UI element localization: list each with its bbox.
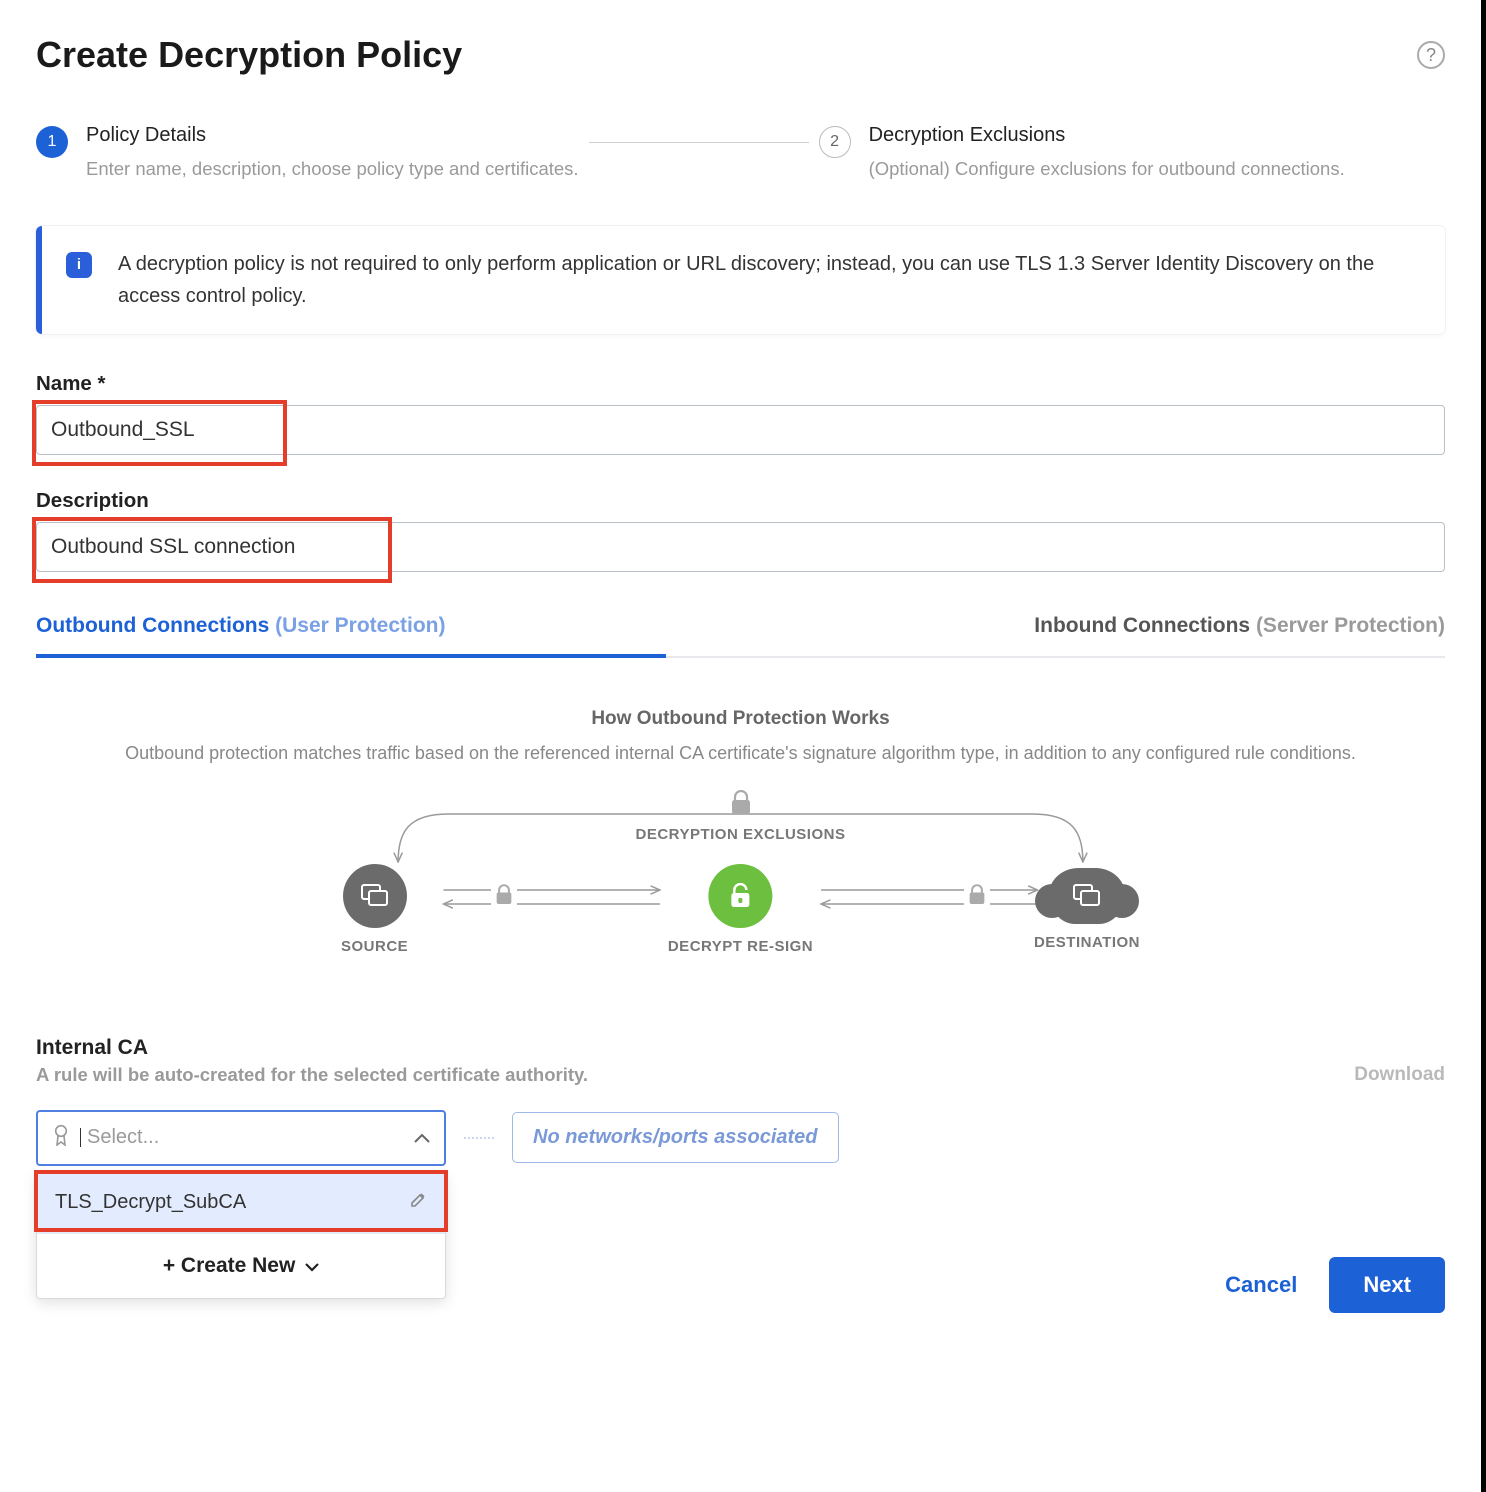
internal-ca-select[interactable]: Select... <box>36 1110 446 1166</box>
lock-icon <box>491 884 517 911</box>
no-networks-badge: No networks/ports associated <box>512 1112 839 1163</box>
protection-diagram: DECRYPTION EXCLUSIONS SOURCE DECRYPT RE-… <box>96 786 1385 996</box>
tab-inbound-label: Inbound Connections <box>1034 614 1250 637</box>
destination-label: DESTINATION <box>1034 934 1140 951</box>
step-connector <box>589 142 809 143</box>
lock-icon <box>730 790 752 821</box>
page-title: Create Decryption Policy <box>36 34 462 76</box>
diagram-title: How Outbound Protection Works <box>36 708 1445 730</box>
tab-inbound-sub: (Server Protection) <box>1250 614 1445 637</box>
internal-ca-subtitle: A rule will be auto-created for the sele… <box>36 1064 588 1086</box>
edit-icon[interactable] <box>409 1191 427 1215</box>
description-input[interactable] <box>36 522 1445 572</box>
internal-ca-title: Internal CA <box>36 1036 588 1060</box>
diagram-source-node: SOURCE <box>341 864 408 955</box>
tab-inbound-connections[interactable]: Inbound Connections (Server Protection) <box>1034 598 1445 656</box>
lock-icon <box>964 884 990 911</box>
step-2-bubble[interactable]: 2 <box>819 126 851 158</box>
cloud-icon <box>1049 868 1125 924</box>
step-2-desc: (Optional) Configure exclusions for outb… <box>869 155 1345 184</box>
name-input[interactable] <box>36 405 1445 455</box>
name-label: Name * <box>36 372 1445 396</box>
info-banner: i A decryption policy is not required to… <box>36 226 1445 334</box>
next-button[interactable]: Next <box>1329 1257 1445 1313</box>
cancel-button[interactable]: Cancel <box>1219 1271 1303 1299</box>
diagram-destination-node: DESTINATION <box>1034 868 1140 951</box>
step-1-bubble[interactable]: 1 <box>36 126 68 158</box>
decrypt-label: DECRYPT RE-SIGN <box>668 938 813 955</box>
diagram-decrypt-node: DECRYPT RE-SIGN <box>668 864 813 955</box>
ca-option-label: TLS_Decrypt_SubCA <box>55 1191 246 1214</box>
wizard-steps: 1 Policy Details Enter name, description… <box>36 124 1445 184</box>
select-placeholder: Select... <box>87 1126 159 1149</box>
step-1-desc: Enter name, description, choose policy t… <box>86 155 579 184</box>
tab-outbound-label: Outbound Connections <box>36 614 269 637</box>
decryption-exclusions-label: DECRYPTION EXCLUSIONS <box>636 826 846 843</box>
chevron-up-icon <box>414 1126 430 1149</box>
help-icon[interactable]: ? <box>1417 41 1445 69</box>
tab-outbound-connections[interactable]: Outbound Connections (User Protection) <box>36 598 446 656</box>
step-1-title: Policy Details <box>86 124 579 147</box>
source-icon <box>343 864 407 928</box>
download-link[interactable]: Download <box>1354 1064 1445 1086</box>
unlock-icon <box>708 864 772 928</box>
info-icon: i <box>66 252 92 278</box>
connector-line <box>464 1137 494 1139</box>
certificate-icon <box>52 1124 70 1152</box>
ca-option-tls-decrypt-subca[interactable]: TLS_Decrypt_SubCA <box>37 1173 445 1233</box>
description-label: Description <box>36 489 1445 513</box>
diagram-description: Outbound protection matches traffic base… <box>91 740 1391 768</box>
source-label: SOURCE <box>341 938 408 955</box>
tab-outbound-sub: (User Protection) <box>269 614 445 637</box>
step-2-title: Decryption Exclusions <box>869 124 1345 147</box>
info-text: A decryption policy is not required to o… <box>118 248 1421 312</box>
